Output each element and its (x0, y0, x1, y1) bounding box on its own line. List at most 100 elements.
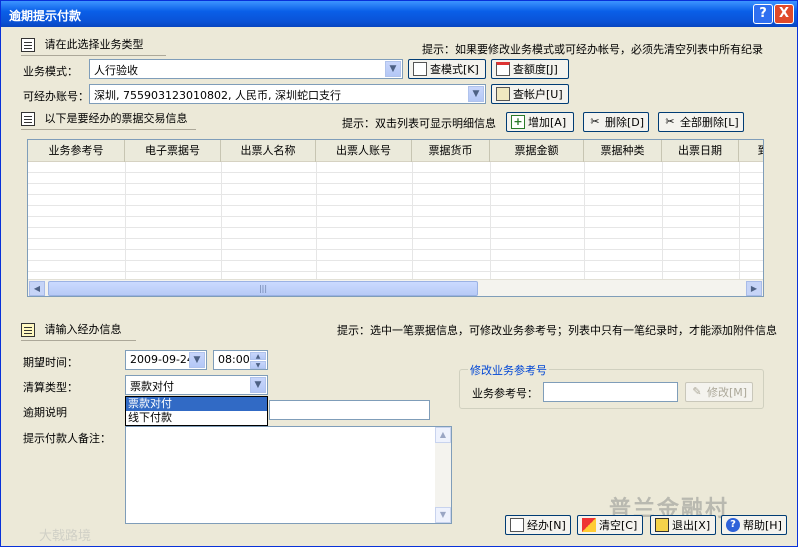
col-header[interactable]: 电子票据号 (125, 140, 221, 162)
vertical-scrollbar[interactable]: ▲ ▼ (435, 427, 451, 523)
clear-type-dropdown-list[interactable]: 票款对付 线下付款 (125, 396, 268, 426)
chevron-down-icon[interactable]: ▼ (250, 361, 266, 369)
exit-label: 退出[X] (672, 519, 711, 532)
query-account-label: 查帐户[U] (513, 88, 563, 101)
date-picker[interactable]: 2009-09-24 ▼ (125, 350, 207, 370)
help-label: 帮助[H] (743, 519, 782, 532)
add-label: 增加[A] (528, 116, 567, 129)
list-icon (21, 112, 35, 126)
col-header[interactable]: 出票日期 (662, 140, 739, 162)
query-quota-label: 查额度[J] (513, 63, 558, 76)
chevron-up-icon[interactable]: ▲ (250, 352, 266, 360)
col-header[interactable]: 票据种类 (584, 140, 662, 162)
account-icon (496, 87, 510, 101)
chevron-right-icon[interactable]: ▶ (746, 281, 762, 296)
chevron-up-icon[interactable]: ▲ (435, 427, 451, 443)
overdue-input[interactable] (269, 400, 430, 420)
section-bills-header: 以下是要经办的票据交易信息 (21, 110, 196, 130)
window-title: 逾期提示付款 (9, 9, 82, 23)
mode-label: 业务模式： (23, 65, 78, 78)
query-quota-button[interactable]: 查额度[J] (491, 59, 569, 79)
help-title-button[interactable]: ? (753, 4, 773, 24)
chevron-down-icon[interactable]: ▼ (189, 352, 205, 368)
delete-label: 删除[D] (605, 116, 645, 129)
account-select[interactable]: 深圳, 755903123010802, 人民币, 深圳蛇口支行 ▼ (89, 84, 486, 104)
dialog-window: 逾期提示付款 ? X 请在此选择业务类型 提示：如果要修改业务模式或可经办帐号，… (0, 0, 798, 547)
add-icon: + (511, 115, 525, 129)
scissors-icon: ✂ (665, 115, 675, 128)
delete-all-button[interactable]: ✂ 全部删除[L] (658, 112, 744, 132)
col-header[interactable]: 业务参考号 (28, 140, 125, 162)
query-mode-label: 查模式[K] (430, 63, 479, 76)
section-process-title: 请输入经办信息 (44, 323, 122, 336)
table-icon (413, 62, 427, 76)
clear-type-value: 票款对付 (130, 380, 174, 393)
scissors-icon: ✂ (590, 115, 600, 128)
clear-label: 清空[C] (599, 519, 638, 532)
business-type-hint: 提示：如果要修改业务模式或可经办帐号，必须先清空列表中所有纪录 (422, 43, 763, 56)
exit-button[interactable]: 退出[X] (650, 515, 716, 535)
overdue-label: 逾期说明 (23, 406, 67, 419)
bills-table-header: 业务参考号 电子票据号 出票人名称 出票人账号 票据货币 票据金额 票据种类 出… (28, 140, 764, 162)
remark-textarea[interactable]: ▲ ▼ (125, 426, 452, 524)
clear-button[interactable]: 清空[C] (577, 515, 643, 535)
chevron-down-icon[interactable]: ▼ (468, 86, 484, 102)
add-button[interactable]: + 增加[A] (506, 112, 574, 132)
query-account-button[interactable]: 查帐户[U] (491, 84, 569, 104)
mode-value: 人行验收 (94, 64, 138, 77)
edit-icon (21, 323, 35, 337)
col-header[interactable]: 到 (739, 140, 764, 162)
process-icon (510, 518, 524, 532)
modify-ref-group-title: 修改业务参考号 (468, 362, 549, 378)
ref-label: 业务参考号： (472, 387, 538, 400)
process-hint: 提示：选中一笔票据信息，可修改业务参考号；列表中只有一笔纪录时，才能添加附件信息 (337, 324, 777, 337)
watermark-left: 大戟路境 (39, 529, 92, 544)
col-header[interactable]: 出票人账号 (316, 140, 412, 162)
time-value: 08:00 (218, 353, 250, 366)
chevron-down-icon[interactable]: ▼ (435, 507, 451, 523)
ref-input[interactable] (543, 382, 678, 402)
modify-label: 修改[M] (707, 386, 748, 399)
col-header[interactable]: 票据货币 (412, 140, 490, 162)
col-header[interactable]: 票据金额 (490, 140, 584, 162)
col-header[interactable]: 出票人名称 (221, 140, 316, 162)
exit-icon (655, 518, 669, 532)
date-value: 2009-09-24 (130, 353, 194, 366)
title-bar: 逾期提示付款 (1, 1, 797, 27)
delete-all-label: 全部删除[L] (680, 116, 739, 129)
delete-button[interactable]: ✂ 删除[D] (583, 112, 649, 132)
horizontal-scrollbar[interactable]: ◀ ||| ▶ (28, 279, 763, 296)
time-stepper[interactable]: 08:00 ▲ ▼ (213, 350, 268, 370)
bills-table-body[interactable] (28, 162, 763, 279)
section-bills-title: 以下是要经办的票据交易信息 (44, 112, 188, 125)
dropdown-option[interactable]: 票款对付 (126, 397, 267, 411)
section-business-type-title: 请在此选择业务类型 (44, 38, 144, 51)
section-business-type-header: 请在此选择业务类型 (21, 36, 166, 56)
clear-type-select[interactable]: 票款对付 ▼ (125, 375, 268, 395)
chevron-down-icon[interactable]: ▼ (250, 377, 266, 393)
dropdown-option[interactable]: 线下付款 (126, 411, 267, 425)
scroll-thumb[interactable]: ||| (48, 281, 478, 296)
bills-hint: 提示：双击列表可显示明细信息 (342, 117, 496, 130)
document-icon (21, 38, 35, 52)
clear-type-label: 清算类型： (23, 381, 78, 394)
modify-button[interactable]: ✎ 修改[M] (685, 382, 753, 402)
quota-icon (496, 62, 510, 76)
chevron-left-icon[interactable]: ◀ (29, 281, 45, 296)
query-mode-button[interactable]: 查模式[K] (408, 59, 486, 79)
chevron-down-icon[interactable]: ▼ (385, 61, 401, 77)
bills-table[interactable]: 业务参考号 电子票据号 出票人名称 出票人账号 票据货币 票据金额 票据种类 出… (27, 139, 764, 297)
modify-ref-groupbox: 修改业务参考号 业务参考号： ✎ 修改[M] (459, 362, 764, 409)
close-title-button[interactable]: X (774, 4, 794, 24)
section-process-header: 请输入经办信息 (21, 321, 136, 341)
question-icon: ? (726, 518, 740, 532)
mode-select[interactable]: 人行验收 ▼ (89, 59, 403, 79)
pencil-icon: ✎ (692, 385, 702, 398)
expected-time-label: 期望时间： (23, 356, 78, 369)
remark-label: 提示付款人备注： (23, 432, 111, 445)
process-button[interactable]: 经办[N] (505, 515, 571, 535)
help-button[interactable]: ? 帮助[H] (721, 515, 787, 535)
account-label: 可经办账号： (23, 90, 89, 103)
eraser-icon (582, 518, 596, 532)
account-value: 深圳, 755903123010802, 人民币, 深圳蛇口支行 (94, 89, 341, 102)
